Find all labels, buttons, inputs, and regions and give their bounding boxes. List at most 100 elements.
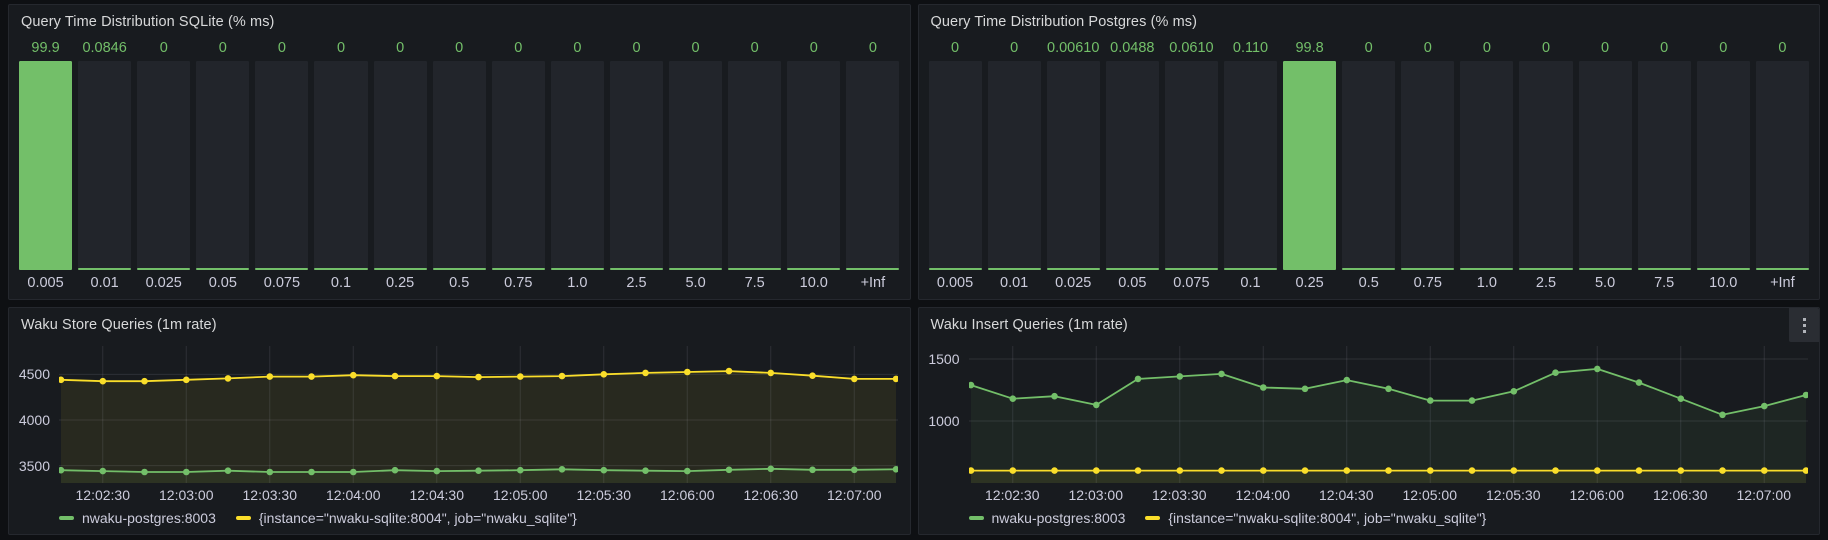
histogram-column[interactable]: 99.80.25 xyxy=(1283,37,1336,295)
histogram-column[interactable]: 07.5 xyxy=(728,37,781,295)
menu-dot xyxy=(1803,318,1806,321)
y-axis-tick-label: 4000 xyxy=(19,412,50,428)
panel-header[interactable]: Query Time Distribution SQLite (% ms) xyxy=(9,5,910,37)
legend-item-postgres[interactable]: nwaku-postgres:8003 xyxy=(59,510,216,526)
bar-track xyxy=(137,61,190,270)
bar-value-label: 0 xyxy=(551,37,604,60)
panel-header[interactable]: Waku Insert Queries (1m rate) xyxy=(919,308,1820,340)
bar-category-label: 10.0 xyxy=(1697,272,1750,295)
chart-plot-area[interactable] xyxy=(969,346,1808,483)
panel-query-time-sqlite: Query Time Distribution SQLite (% ms) 99… xyxy=(8,4,911,300)
bar-fill xyxy=(1460,268,1513,270)
x-axis: 12:02:3012:03:0012:03:3012:04:0012:04:30… xyxy=(59,483,898,505)
bar-fill xyxy=(1579,268,1632,270)
bar-category-label: 0.75 xyxy=(1401,272,1454,295)
timeseries-insert: 10001500 12:02:3012:03:0012:03:3012:04:0… xyxy=(919,340,1820,534)
bar-track xyxy=(433,61,486,270)
histogram-column[interactable]: 0+Inf xyxy=(1756,37,1809,295)
histogram-column[interactable]: 05.0 xyxy=(669,37,722,295)
histogram-column[interactable]: 00.25 xyxy=(374,37,427,295)
legend-item-sqlite[interactable]: {instance="nwaku-sqlite:8004", job="nwak… xyxy=(1145,510,1486,526)
legend-swatch-green xyxy=(969,516,984,520)
panel-header[interactable]: Waku Store Queries (1m rate) xyxy=(9,308,910,340)
panel-header[interactable]: Query Time Distribution Postgres (% ms) xyxy=(919,5,1820,37)
histogram-column[interactable]: 02.5 xyxy=(610,37,663,295)
histogram-column[interactable]: 010.0 xyxy=(1697,37,1750,295)
chart-legend: nwaku-postgres:8003 {instance="nwaku-sql… xyxy=(969,505,1808,530)
bar-fill xyxy=(1697,268,1750,270)
histogram-column[interactable]: 05.0 xyxy=(1579,37,1632,295)
bar-value-label: 0.0846 xyxy=(78,37,131,60)
panel-title: Query Time Distribution SQLite (% ms) xyxy=(21,14,275,30)
bar-fill xyxy=(433,268,486,270)
histogram-column[interactable]: 01.0 xyxy=(551,37,604,295)
legend-label: {instance="nwaku-sqlite:8004", job="nwak… xyxy=(259,510,577,526)
bar-track xyxy=(1579,61,1632,270)
panel-title: Waku Store Queries (1m rate) xyxy=(21,317,217,333)
histogram-column[interactable]: 010.0 xyxy=(787,37,840,295)
x-axis-tick-label: 12:06:00 xyxy=(1570,487,1625,503)
histogram-column[interactable]: 07.5 xyxy=(1638,37,1691,295)
bar-value-label: 0 xyxy=(1579,37,1632,60)
y-axis: 10001500 xyxy=(919,346,969,483)
chart-plot-area[interactable] xyxy=(59,346,898,483)
bar-fill xyxy=(1106,268,1159,270)
histogram-column[interactable]: 00.5 xyxy=(433,37,486,295)
panel-title: Query Time Distribution Postgres (% ms) xyxy=(931,14,1198,30)
histogram-column[interactable]: 0+Inf xyxy=(846,37,899,295)
histogram-column[interactable]: 00.075 xyxy=(255,37,308,295)
histogram-column[interactable]: 0.006100.025 xyxy=(1047,37,1100,295)
panel-waku-insert-queries: Waku Insert Queries (1m rate) 10001500 1… xyxy=(918,307,1821,535)
histogram-column[interactable]: 0.08460.01 xyxy=(78,37,131,295)
bar-category-label: 0.05 xyxy=(196,272,249,295)
legend-item-postgres[interactable]: nwaku-postgres:8003 xyxy=(969,510,1126,526)
legend-item-sqlite[interactable]: {instance="nwaku-sqlite:8004", job="nwak… xyxy=(236,510,577,526)
bar-fill xyxy=(988,268,1041,270)
x-axis-tick-label: 12:06:30 xyxy=(744,487,799,503)
histogram-column[interactable]: 02.5 xyxy=(1519,37,1572,295)
bar-value-label: 0.0610 xyxy=(1165,37,1218,60)
x-axis-tick-label: 12:04:00 xyxy=(326,487,381,503)
bar-track xyxy=(78,61,131,270)
bar-fill xyxy=(728,268,781,270)
bar-track xyxy=(988,61,1041,270)
histogram-column[interactable]: 0.1100.1 xyxy=(1224,37,1277,295)
bar-fill xyxy=(374,268,427,270)
panel-waku-store-queries: Waku Store Queries (1m rate) 35004000450… xyxy=(8,307,911,535)
histogram-column[interactable]: 01.0 xyxy=(1460,37,1513,295)
bar-value-label: 0 xyxy=(787,37,840,60)
histogram-column[interactable]: 00.05 xyxy=(196,37,249,295)
bar-fill xyxy=(19,61,72,270)
histogram-column[interactable]: 0.0610 0.075 xyxy=(1165,37,1218,295)
histogram-column[interactable]: 00.1 xyxy=(314,37,367,295)
bar-track xyxy=(1460,61,1513,270)
histogram-column[interactable]: 00.005 xyxy=(929,37,982,295)
histogram-column[interactable]: 99.90.005 xyxy=(19,37,72,295)
bar-category-label: 0.075 xyxy=(1165,272,1218,295)
histogram-column[interactable]: 00.025 xyxy=(137,37,190,295)
bar-category-label: 0.25 xyxy=(374,272,427,295)
histogram-column[interactable]: 00.75 xyxy=(492,37,545,295)
dashboard-grid: Query Time Distribution SQLite (% ms) 99… xyxy=(0,0,1828,540)
bar-value-label: 0 xyxy=(1401,37,1454,60)
panel-menu-icon[interactable] xyxy=(1789,308,1819,342)
bar-category-label: 0.75 xyxy=(492,272,545,295)
histogram-column[interactable]: 00.75 xyxy=(1401,37,1454,295)
bar-value-label: 0 xyxy=(433,37,486,60)
histogram-plot-postgres[interactable]: 00.00500.010.006100.0250.04880.050.06100… xyxy=(919,37,1820,299)
bar-fill xyxy=(1224,268,1277,270)
histogram-plot-sqlite[interactable]: 99.90.0050.08460.0100.02500.0500.07500.1… xyxy=(9,37,910,299)
histogram-column[interactable]: 00.01 xyxy=(988,37,1041,295)
x-axis-tick-label: 12:07:00 xyxy=(1737,487,1792,503)
bar-track xyxy=(314,61,367,270)
bar-value-label: 0 xyxy=(1460,37,1513,60)
bar-category-label: 0.25 xyxy=(1283,272,1336,295)
bar-value-label: 0 xyxy=(669,37,722,60)
histogram-column[interactable]: 00.5 xyxy=(1342,37,1395,295)
bar-fill xyxy=(1401,268,1454,270)
histogram-column[interactable]: 0.04880.05 xyxy=(1106,37,1159,295)
x-axis-tick-label: 12:03:00 xyxy=(159,487,214,503)
bar-fill xyxy=(1756,268,1809,270)
bar-fill xyxy=(492,268,545,270)
bar-category-label: 1.0 xyxy=(551,272,604,295)
